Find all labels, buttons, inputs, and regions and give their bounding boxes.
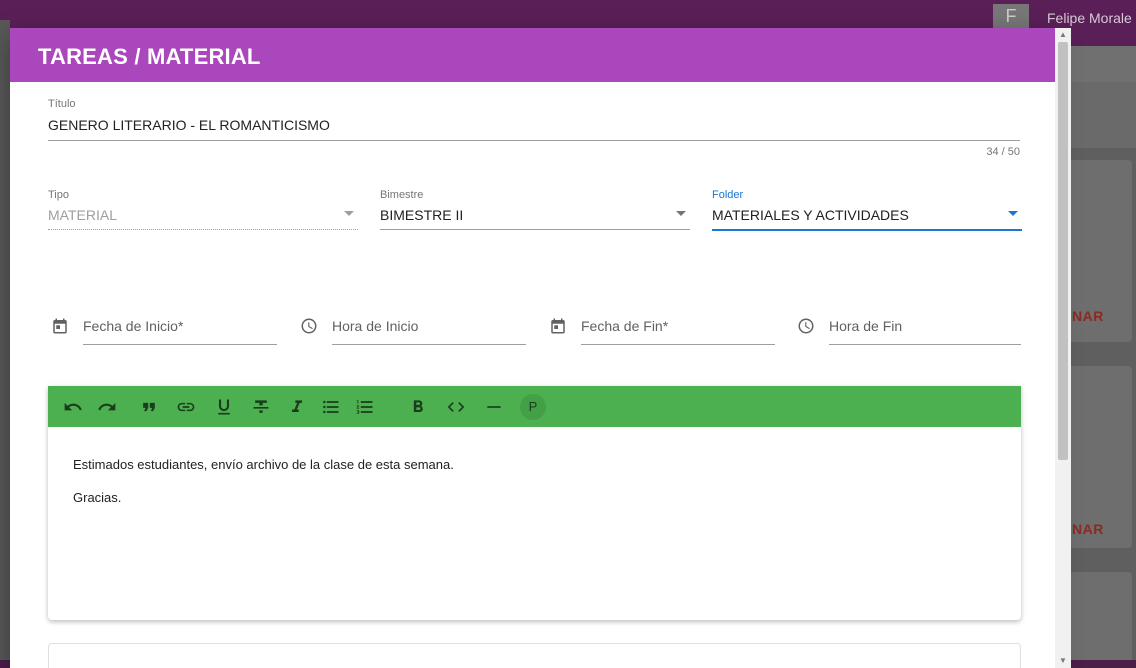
hora-fin-underline (829, 344, 1021, 345)
italic-icon[interactable] (284, 394, 310, 420)
dialog-header: TAREAS / MATERIAL (10, 28, 1055, 82)
scroll-down-icon[interactable]: ▼ (1055, 654, 1071, 668)
background-left-strip (0, 20, 10, 668)
caret-down-icon[interactable] (676, 211, 686, 216)
calendar-icon[interactable] (51, 317, 69, 335)
fecha-inicio-underline (83, 344, 277, 345)
undo-icon[interactable] (60, 394, 86, 420)
dialog-scrollbar[interactable]: ▲ ▼ (1055, 28, 1071, 668)
redo-icon[interactable] (94, 394, 120, 420)
tareas-material-dialog: TAREAS / MATERIAL Título GENERO LITERARI… (10, 28, 1055, 668)
bimestre-value: BIMESTRE II (380, 207, 464, 223)
link-icon[interactable] (173, 394, 199, 420)
titulo-underline (48, 140, 1020, 141)
tipo-label: Tipo (48, 189, 69, 201)
caret-down-icon (344, 211, 354, 216)
card-action-button[interactable]: NAR (1072, 308, 1104, 324)
user-avatar[interactable]: F (993, 4, 1029, 28)
bullet-list-icon[interactable] (318, 394, 344, 420)
tipo-underline (48, 229, 358, 230)
hora-fin-label: Hora de Fin (829, 318, 903, 334)
fecha-fin-underline (581, 344, 775, 345)
bimestre-select[interactable]: Bimestre BIMESTRE II (380, 189, 690, 230)
paragraph-icon[interactable]: P (520, 394, 546, 420)
tipo-value: MATERIAL (48, 207, 117, 223)
card-action-button[interactable]: NAR (1072, 521, 1104, 537)
attachments-panel (48, 643, 1021, 668)
ordered-list-icon[interactable] (352, 394, 378, 420)
dialog-title: TAREAS / MATERIAL (38, 44, 261, 69)
hora-inicio-field[interactable]: Hora de Inicio (300, 311, 540, 345)
hora-inicio-label: Hora de Inicio (332, 318, 419, 334)
titulo-char-counter: 34 / 50 (986, 146, 1020, 158)
folder-select[interactable]: Folder MATERIALES Y ACTIVIDADES (712, 189, 1022, 231)
code-icon[interactable] (443, 394, 469, 420)
fecha-inicio-label: Fecha de Inicio* (83, 318, 184, 334)
fecha-fin-label: Fecha de Fin* (581, 318, 669, 334)
clock-icon[interactable] (797, 317, 815, 335)
fecha-fin-field[interactable]: Fecha de Fin* (549, 311, 789, 345)
editor-toolbar: P (48, 386, 1021, 427)
bimestre-label: Bimestre (380, 189, 424, 201)
clock-icon[interactable] (300, 317, 318, 335)
folder-value: MATERIALES Y ACTIVIDADES (712, 207, 909, 223)
folder-underline (712, 229, 1022, 231)
bimestre-underline (380, 229, 690, 230)
user-name[interactable]: Felipe Morale (1047, 10, 1132, 26)
scrollbar-thumb[interactable] (1058, 42, 1068, 460)
rich-text-editor: P Estimados estudiantes, envío archivo d… (48, 386, 1021, 620)
calendar-icon[interactable] (549, 317, 567, 335)
fecha-inicio-field[interactable]: Fecha de Inicio* (51, 311, 291, 345)
titulo-label: Título (48, 98, 76, 110)
blockquote-icon[interactable] (136, 394, 162, 420)
folder-label: Folder (712, 189, 744, 201)
strikethrough-icon[interactable] (248, 394, 274, 420)
titulo-input[interactable]: GENERO LITERARIO - EL ROMANTICISMO (48, 117, 330, 133)
underline-icon[interactable] (211, 394, 237, 420)
hora-fin-field[interactable]: Hora de Fin (797, 311, 1037, 345)
background-card-list: NAR NAR (1060, 160, 1136, 668)
background-header-band (1070, 82, 1136, 148)
caret-down-icon[interactable] (1008, 211, 1018, 216)
editor-paragraph: Gracias. (73, 490, 122, 505)
scroll-up-icon[interactable]: ▲ (1055, 28, 1071, 42)
horizontal-rule-icon[interactable] (481, 394, 507, 420)
hora-inicio-underline (332, 344, 526, 345)
editor-content[interactable]: Estimados estudiantes, envío archivo de … (73, 457, 993, 523)
bold-icon[interactable] (405, 394, 431, 420)
editor-paragraph: Estimados estudiantes, envío archivo de … (73, 457, 454, 472)
tipo-select: Tipo MATERIAL (48, 189, 358, 230)
